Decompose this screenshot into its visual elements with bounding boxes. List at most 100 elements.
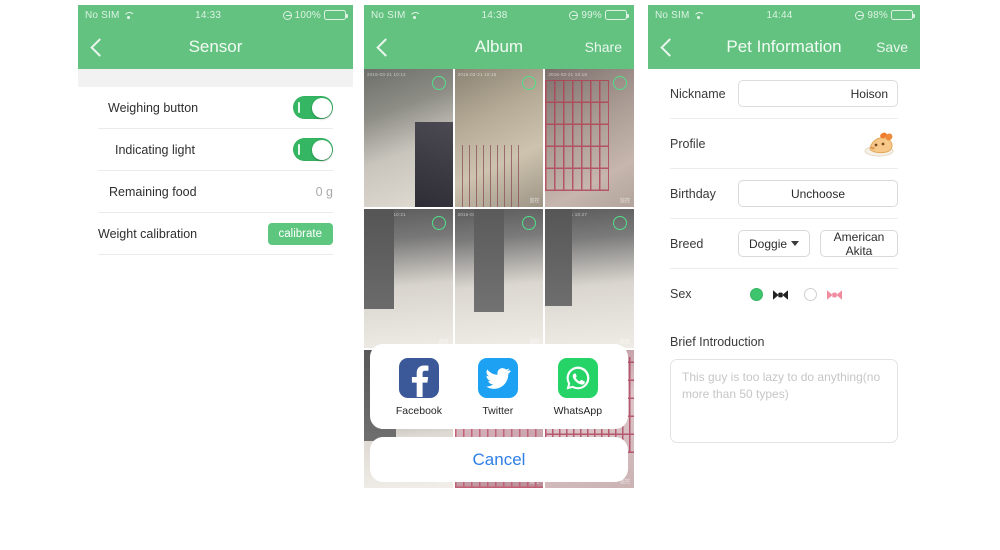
row-breed: Breed Doggie American Akita xyxy=(670,219,898,269)
phone-screen-pet-information: No SIM 14:44 98% Pet Information Save Ni… xyxy=(648,5,920,480)
phone-screen-sensor: No SIM 14:33 100% Sensor Weighing button xyxy=(78,5,353,285)
photo-timestamp: 2016-03-21 10:18 xyxy=(548,72,588,77)
wifi-icon xyxy=(410,11,420,19)
breed-name-button[interactable]: American Akita xyxy=(820,230,898,258)
selection-ring-icon[interactable] xyxy=(431,76,446,90)
row-weight-calibration[interactable]: Weight calibration calibrate xyxy=(98,213,333,255)
female-bowtie-icon xyxy=(826,288,843,300)
selection-ring-icon[interactable] xyxy=(612,76,627,90)
location-icon xyxy=(282,10,292,20)
battery-percent: 98% xyxy=(867,9,888,21)
status-bar: No SIM 14:33 100% xyxy=(78,5,353,25)
screenshot-stage: No SIM 14:33 100% Sensor Weighing button xyxy=(0,0,1000,550)
status-bar-time: 14:44 xyxy=(766,9,793,21)
nav-bar-pet: Pet Information Save xyxy=(648,25,920,69)
row-control xyxy=(293,96,333,119)
photo-thumbnail[interactable]: 2016-03-21 10:21 监控 xyxy=(364,209,453,348)
battery-percent: 99% xyxy=(581,9,602,21)
row-remaining-food: Remaining food 0 g xyxy=(98,171,333,213)
photo-thumbnail[interactable]: 2016-03-21 10:24 监控 xyxy=(454,209,544,348)
photo-timestamp: 2016-03-21 10:15 xyxy=(457,72,497,77)
share-option-label: Twitter xyxy=(482,405,514,417)
status-bar: No SIM 14:44 98% xyxy=(648,5,920,25)
status-bar-right: 98% xyxy=(855,9,915,21)
row-birthday: Birthday Unchoose xyxy=(670,169,898,219)
photo-watermark: 监控 xyxy=(529,198,540,205)
row-profile[interactable]: Profile xyxy=(670,119,898,169)
birthday-picker-button[interactable]: Unchoose xyxy=(738,180,898,207)
calibrate-button[interactable]: calibrate xyxy=(267,222,333,245)
row-control: calibrate xyxy=(267,222,333,245)
status-bar-right: 99% xyxy=(569,9,629,21)
cancel-button[interactable]: Cancel xyxy=(370,437,628,482)
status-bar-left: No SIM xyxy=(371,10,420,21)
photo-thumbnail[interactable]: 2016-03-21 10:15 监控 xyxy=(454,69,544,208)
share-option-whatsapp[interactable]: WhatsApp xyxy=(554,358,602,417)
selection-ring-icon[interactable] xyxy=(612,216,627,231)
weighing-button-toggle[interactable] xyxy=(293,96,333,119)
breed-type-dropdown[interactable]: Doggie xyxy=(738,230,811,257)
dog-avatar-icon[interactable] xyxy=(862,129,898,159)
back-chevron-icon[interactable] xyxy=(660,37,679,57)
row-nickname: Nickname Hoison xyxy=(670,69,898,119)
share-options-card: Facebook Twitter WhatsApp xyxy=(370,344,628,429)
battery-icon xyxy=(605,10,629,20)
share-button[interactable]: Share xyxy=(585,39,622,55)
wifi-icon xyxy=(124,11,134,19)
carrier-label: No SIM xyxy=(85,9,120,21)
birthday-label: Birthday xyxy=(670,186,716,201)
row-label: Weighing button xyxy=(108,100,199,115)
selection-ring-icon[interactable] xyxy=(522,76,537,90)
wifi-icon xyxy=(694,11,704,19)
selection-ring-icon[interactable] xyxy=(522,216,537,231)
row-weighing-button[interactable]: Weighing button xyxy=(98,87,333,129)
male-bowtie-icon xyxy=(772,288,789,300)
row-control xyxy=(293,138,333,161)
sex-label: Sex xyxy=(670,287,692,301)
back-chevron-icon[interactable] xyxy=(376,37,395,57)
sex-male-radio[interactable] xyxy=(750,287,763,301)
photo-timestamp: 2016-03-21 10:12 xyxy=(367,72,406,77)
profile-label: Profile xyxy=(670,136,706,151)
battery-icon xyxy=(891,10,915,20)
sex-female-radio[interactable] xyxy=(804,287,817,301)
brief-introduction-label: Brief Introduction xyxy=(670,335,765,349)
row-control: 0 g xyxy=(316,185,333,199)
photo-thumbnail[interactable]: 2016-03-21 10:12 监控 xyxy=(364,69,453,208)
page-title: Sensor xyxy=(188,37,243,56)
location-icon xyxy=(855,10,865,20)
status-bar-time: 14:33 xyxy=(195,9,222,21)
brief-introduction-textarea[interactable]: This guy is too lazy to do anything(no m… xyxy=(670,359,898,443)
status-bar-right: 100% xyxy=(282,9,348,21)
row-label: Weight calibration xyxy=(98,226,198,241)
photo-timestamp: 2016-03-21 10:27 xyxy=(548,212,588,218)
section-gap xyxy=(78,69,353,87)
photo-timestamp: 2016-03-21 10:21 xyxy=(367,212,406,218)
status-bar-left: No SIM xyxy=(655,10,704,21)
back-chevron-icon[interactable] xyxy=(90,37,109,57)
remaining-food-value: 0 g xyxy=(315,184,333,199)
indicating-light-toggle[interactable] xyxy=(293,138,333,161)
photo-thumbnail[interactable]: 2016-03-21 10:18 监控 xyxy=(545,69,634,208)
carrier-label: No SIM xyxy=(655,9,690,21)
row-label: Indicating light xyxy=(115,142,195,157)
battery-icon xyxy=(324,10,348,20)
share-option-label: WhatsApp xyxy=(553,405,603,417)
share-option-facebook[interactable]: Facebook xyxy=(396,358,442,417)
cancel-label: Cancel xyxy=(472,449,526,469)
sensor-settings-list: Weighing button Indicating light Remaini… xyxy=(78,87,353,255)
row-label: Remaining food xyxy=(109,184,197,199)
row-indicating-light[interactable]: Indicating light xyxy=(98,129,333,171)
photo-timestamp: 2016-03-21 10:24 xyxy=(457,212,497,218)
share-option-twitter[interactable]: Twitter xyxy=(477,358,518,417)
selection-ring-icon[interactable] xyxy=(431,216,446,231)
save-button[interactable]: Save xyxy=(876,39,908,55)
battery-percent: 100% xyxy=(294,9,321,21)
photo-thumbnail[interactable]: 2016-03-21 10:27 监控 xyxy=(545,209,634,348)
nickname-input[interactable]: Hoison xyxy=(738,80,898,107)
nav-bar-album: Album Share xyxy=(364,25,634,69)
phone-screen-album: No SIM 14:38 99% Album Share 2016-03-21 … xyxy=(364,5,634,488)
nickname-label: Nickname xyxy=(670,86,726,101)
share-option-label: Facebook xyxy=(395,405,443,417)
status-bar-time: 14:38 xyxy=(481,9,508,21)
